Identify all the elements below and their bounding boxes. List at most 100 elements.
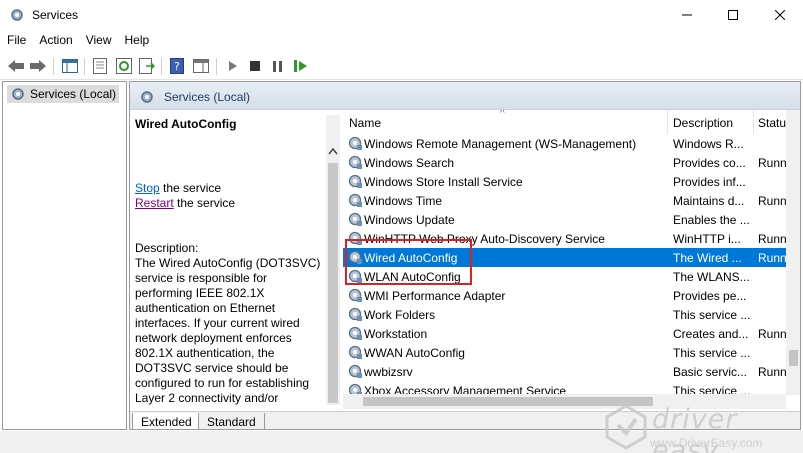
console-tree-icon xyxy=(62,59,78,73)
refresh-icon xyxy=(116,58,132,74)
service-status-cell: Runn xyxy=(758,156,787,170)
action-pane-icon xyxy=(193,59,209,73)
menu-view[interactable]: View xyxy=(79,30,118,51)
service-description-cell: This service ... xyxy=(673,308,751,322)
minimize-button[interactable] xyxy=(664,0,710,30)
description-line: DOT3SVC service should be xyxy=(135,361,289,375)
description-line: Layer 2 connectivity and/or xyxy=(135,391,279,405)
stop-service-link[interactable]: Stop xyxy=(135,181,160,195)
refresh-button[interactable] xyxy=(114,56,134,76)
service-name-cell: Windows Store Install Service xyxy=(364,175,523,189)
forward-button[interactable] xyxy=(28,56,48,76)
menu-action[interactable]: Action xyxy=(32,30,78,51)
stop-service-button[interactable] xyxy=(245,56,265,76)
service-name-cell: Windows Time xyxy=(364,194,443,208)
toolbar-separator xyxy=(161,58,162,75)
export-list-icon xyxy=(139,58,155,74)
back-button[interactable] xyxy=(6,56,26,76)
toolbar-separator xyxy=(53,58,54,75)
service-gear-icon xyxy=(348,212,362,226)
maximize-button[interactable] xyxy=(710,0,756,30)
properties-button[interactable] xyxy=(90,56,110,76)
column-header-description[interactable]: Description xyxy=(673,116,733,130)
play-icon xyxy=(229,61,237,71)
forward-arrow-icon xyxy=(30,60,46,72)
table-row[interactable]: Windows Store Install Service Provides in… xyxy=(343,172,800,191)
close-icon xyxy=(775,10,785,20)
menu-file[interactable]: File xyxy=(0,30,32,51)
show-action-pane-button[interactable] xyxy=(191,56,211,76)
scroll-thumb[interactable] xyxy=(789,350,798,366)
service-description: Description: The Wired AutoConfig (DOT3SV… xyxy=(135,241,321,405)
minimize-icon xyxy=(682,14,692,16)
services-gear-icon xyxy=(11,9,23,21)
table-row[interactable]: Windows Time Maintains d... Runn xyxy=(343,191,800,210)
table-row[interactable]: Windows Search Provides co... Runn xyxy=(343,153,800,172)
service-name-cell: Windows Search xyxy=(364,156,455,170)
selected-service-name: Wired AutoConfig xyxy=(135,117,237,131)
restart-service-button[interactable] xyxy=(291,56,311,76)
stop-icon xyxy=(250,61,260,71)
list-vertical-scrollbar[interactable] xyxy=(786,110,800,395)
services-gear-icon xyxy=(12,88,24,100)
service-detail-panel: Wired AutoConfig Stop the service Restar… xyxy=(135,115,321,405)
service-description-cell: Maintains d... xyxy=(673,194,745,208)
console-tree: Services (Local) xyxy=(2,81,127,430)
table-row[interactable]: Windows Remote Management (WS-Management… xyxy=(343,134,800,153)
column-header-name[interactable]: Name xyxy=(349,116,381,130)
toolbar: ? xyxy=(0,52,803,80)
service-name-cell: Work Folders xyxy=(364,308,436,322)
svg-text:?: ? xyxy=(174,60,180,73)
service-gear-icon xyxy=(348,136,362,150)
service-description-cell: Basic servic... xyxy=(673,365,748,379)
table-row[interactable]: Work Folders This service ... xyxy=(343,305,800,324)
restart-service-link[interactable]: Restart xyxy=(135,196,174,210)
help-icon: ? xyxy=(170,58,184,74)
table-row[interactable]: wwbizsrv Basic servic... Runn xyxy=(343,362,800,381)
service-description-cell: Creates and... xyxy=(673,327,749,341)
drivereasy-logo-icon xyxy=(605,404,647,450)
tab-standard[interactable]: Standard xyxy=(198,413,265,429)
show-hide-console-tree-button[interactable] xyxy=(60,56,80,76)
drivereasy-watermark: driver easy www.DriverEasy.com xyxy=(600,400,803,453)
window-title: Services xyxy=(32,8,79,22)
column-divider[interactable] xyxy=(753,110,754,134)
list-header: ^ Name Description Statu xyxy=(343,110,800,134)
service-description-cell: Enables the ... xyxy=(673,213,750,227)
table-row[interactable]: Windows Update Enables the ... xyxy=(343,210,800,229)
service-gear-icon xyxy=(348,345,362,359)
description-line: configured to run for establishing xyxy=(135,376,310,390)
export-list-button[interactable] xyxy=(137,56,157,76)
service-description-cell: WinHTTP i... xyxy=(673,232,741,246)
close-button[interactable] xyxy=(757,0,803,30)
service-gear-icon xyxy=(348,364,362,378)
pane-header: Services (Local) xyxy=(130,82,800,110)
tree-item-label: Services (Local) xyxy=(30,87,117,101)
service-name-cell: WWAN AutoConfig xyxy=(364,346,465,360)
table-row[interactable]: WWAN AutoConfig This service ... xyxy=(343,343,800,362)
description-line: service is responsible for xyxy=(135,271,268,285)
tree-item-services-local[interactable]: Services (Local) xyxy=(7,85,120,103)
service-description-cell: Provides pe... xyxy=(673,289,747,303)
scroll-thumb[interactable] xyxy=(328,163,338,403)
menu-help[interactable]: Help xyxy=(118,30,156,51)
service-status-cell: Runn xyxy=(758,194,787,208)
service-name-cell: Workstation xyxy=(364,327,428,341)
detail-scrollbar[interactable] xyxy=(326,115,340,405)
start-service-button[interactable] xyxy=(223,56,243,76)
watermark-url: www.DriverEasy.com xyxy=(650,436,763,450)
description-line: The Wired AutoConfig (DOT3SVC) xyxy=(135,256,321,270)
table-row[interactable]: WMI Performance Adapter Provides pe... xyxy=(343,286,800,305)
column-header-status[interactable]: Statu xyxy=(758,116,786,130)
pause-service-button[interactable] xyxy=(268,56,288,76)
help-button[interactable]: ? xyxy=(167,56,187,76)
table-row[interactable]: Workstation Creates and... Runn xyxy=(343,324,800,343)
column-divider[interactable] xyxy=(667,110,668,134)
description-line: 802.1X authentication, the xyxy=(135,346,275,360)
service-gear-icon xyxy=(348,307,362,321)
service-gear-icon xyxy=(348,155,362,169)
service-status-cell: Runn xyxy=(758,232,787,246)
tab-extended[interactable]: Extended xyxy=(132,413,201,429)
toolbar-separator xyxy=(84,58,85,75)
annotation-highlight-box xyxy=(345,239,472,285)
